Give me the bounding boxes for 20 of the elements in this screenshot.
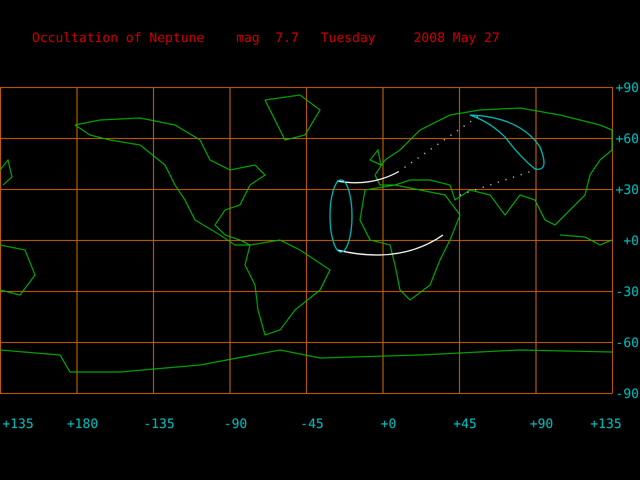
longitude-label: -135 <box>143 417 175 432</box>
magnitude-text: mag 7.7 <box>236 31 299 48</box>
latitude-label: +60 <box>616 132 639 147</box>
weekday-text: Tuesday <box>320 31 376 48</box>
longitude-label: -90 <box>224 417 248 432</box>
longitude-label: +90 <box>530 417 554 432</box>
latitude-label: -60 <box>616 336 639 351</box>
latitude-label: +30 <box>616 183 639 198</box>
date-text: 2008 May 27 <box>414 31 500 48</box>
latitude-label: +0 <box>623 234 639 249</box>
longitude-label: +45 <box>453 417 477 432</box>
longitude-label: -45 <box>300 417 324 432</box>
latitude-label: -90 <box>616 387 639 402</box>
latitude-label: -30 <box>616 285 639 300</box>
longitude-label: +135 <box>2 417 34 432</box>
latitude-label: +90 <box>616 81 639 96</box>
longitude-label: +135 <box>590 417 622 432</box>
event-title: Occultation of Neptune <box>32 31 204 48</box>
longitude-label: +0 <box>380 417 396 432</box>
longitude-label: +180 <box>66 417 98 432</box>
